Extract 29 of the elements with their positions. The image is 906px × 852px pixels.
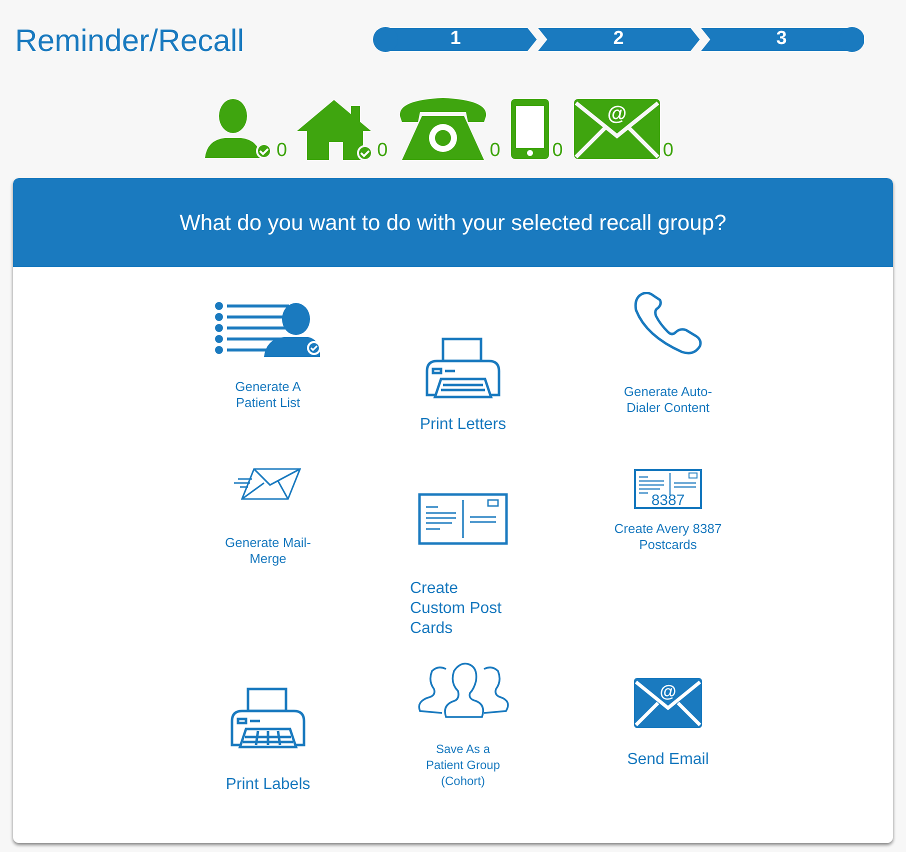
- count-label: 0: [490, 141, 500, 160]
- action-link[interactable]: Create Avery 8387 Postcards: [614, 521, 722, 553]
- email-envelope-icon: @: [572, 98, 661, 160]
- count-label: 0: [276, 141, 288, 160]
- action-link[interactable]: Create Custom Post Cards: [410, 579, 516, 639]
- step-tab[interactable]: 2: [536, 26, 701, 52]
- panel-header: What do you want to do with your selected recall group?: [13, 178, 893, 267]
- people-group-icon: [416, 661, 510, 721]
- count-label: 0: [377, 141, 388, 160]
- action-link[interactable]: Print Letters: [393, 417, 533, 433]
- printer-icon: [423, 337, 503, 399]
- action-link[interactable]: Send Email: [608, 752, 728, 768]
- count-label: 0: [552, 141, 563, 160]
- count-label: 0: [662, 141, 674, 160]
- flying-envelope-icon: [234, 467, 302, 501]
- email-envelope-icon: @: [634, 678, 702, 728]
- patient-list-icon: [214, 301, 322, 357]
- mobile-phone-icon: [510, 98, 550, 160]
- action-link[interactable]: Print Labels: [208, 777, 328, 793]
- page-title: Reminder/Recall: [15, 22, 246, 60]
- action-link[interactable]: Save As a Patient Group (Cohort): [417, 741, 509, 789]
- postcard-number: 8387: [651, 492, 685, 509]
- label-printer-icon: [228, 687, 308, 749]
- postcard-icon: [418, 493, 508, 545]
- action-link[interactable]: Generate A Patient List: [218, 379, 318, 411]
- action-link[interactable]: Generate Mail-Merge: [213, 535, 323, 567]
- telephone-handset-icon: [632, 292, 704, 356]
- action-link[interactable]: Generate Auto-Dialer Content: [613, 384, 723, 416]
- telephone-icon: [398, 96, 488, 160]
